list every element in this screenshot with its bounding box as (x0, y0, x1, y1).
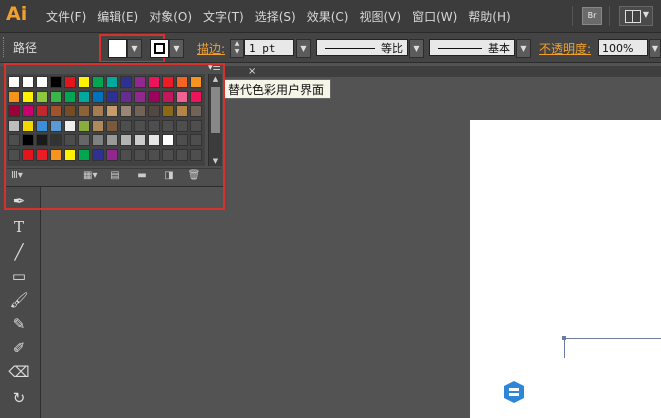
workspace-grid-icon (625, 10, 641, 23)
variable-width-profile[interactable]: 等比 (316, 39, 408, 56)
workspace-switcher-button[interactable]: ▼ (619, 6, 653, 26)
selected-path-segment[interactable] (564, 338, 661, 339)
chevron-down-icon: ▼ (642, 10, 649, 19)
selection-type-label: 路径 (13, 41, 38, 55)
brush-label: 基本 (488, 42, 510, 55)
stroke-dropdown-button[interactable]: ▼ (169, 39, 184, 58)
rectangle-tool-icon[interactable]: ▭ (8, 266, 30, 286)
control-bar-grip[interactable] (3, 37, 8, 57)
opacity-label[interactable]: 不透明度: (539, 40, 591, 57)
tooltip: 替代色彩用户界面 (224, 79, 331, 99)
blob-brush-tool-icon[interactable]: ✐ (8, 338, 30, 358)
eraser-tool-icon[interactable]: ⌫ (8, 362, 30, 382)
stroke-label[interactable]: 描边: (197, 40, 225, 57)
menu-view[interactable]: 视图(V) (359, 8, 411, 25)
stroke-weight-dropdown[interactable]: ▼ (296, 39, 311, 58)
line-segment-tool-icon[interactable]: ╱ (8, 242, 30, 262)
brush-line-preview (438, 48, 482, 49)
menu-type[interactable]: 文字(T) (203, 8, 254, 25)
opacity-input[interactable]: 100% (598, 39, 648, 56)
menu-separator (572, 6, 573, 26)
stroke-weight-input[interactable]: 1 pt (244, 39, 294, 56)
document-tab-strip (221, 66, 661, 77)
rotate-tool-icon[interactable]: ↻ (8, 388, 30, 408)
watermark-logo-icon (499, 375, 529, 409)
menu-object[interactable]: 对象(O) (149, 8, 202, 25)
paintbrush-tool-icon[interactable]: 🖌 (8, 290, 30, 310)
opacity-dropdown[interactable]: ▼ (649, 39, 661, 58)
menu-effect[interactable]: 效果(C) (307, 8, 359, 25)
app-logo: Ai (6, 3, 28, 25)
selected-path-segment[interactable] (564, 338, 565, 358)
stroke-color-swatch[interactable] (150, 39, 169, 58)
type-tool-icon[interactable]: T (8, 217, 30, 237)
menu-file[interactable]: 文件(F) (46, 8, 96, 25)
profile-line-preview (325, 48, 375, 49)
close-icon[interactable]: × (248, 66, 256, 77)
highlight-box-panel (4, 63, 225, 210)
anchor-point[interactable] (562, 336, 566, 340)
stroke-weight-stepper[interactable]: ▲ ▼ (230, 39, 244, 58)
menu-separator (609, 6, 610, 26)
brush-dropdown[interactable]: ▼ (516, 39, 531, 58)
brush-definition[interactable]: 基本 (429, 39, 515, 56)
bridge-button[interactable]: Br (582, 7, 602, 25)
menu-edit[interactable]: 编辑(E) (97, 8, 148, 25)
watermark-text: 易软汇 (540, 380, 636, 416)
profile-dropdown[interactable]: ▼ (409, 39, 424, 58)
pencil-tool-icon[interactable]: ✎ (8, 314, 30, 334)
menu-window[interactable]: 窗口(W) (412, 8, 467, 25)
profile-label: 等比 (381, 42, 403, 55)
menu-select[interactable]: 选择(S) (255, 8, 306, 25)
menu-help[interactable]: 帮助(H) (468, 8, 520, 25)
main-menu: 文件(F) 编辑(E) 对象(O) 文字(T) 选择(S) 效果(C) 视图(V… (46, 0, 522, 32)
